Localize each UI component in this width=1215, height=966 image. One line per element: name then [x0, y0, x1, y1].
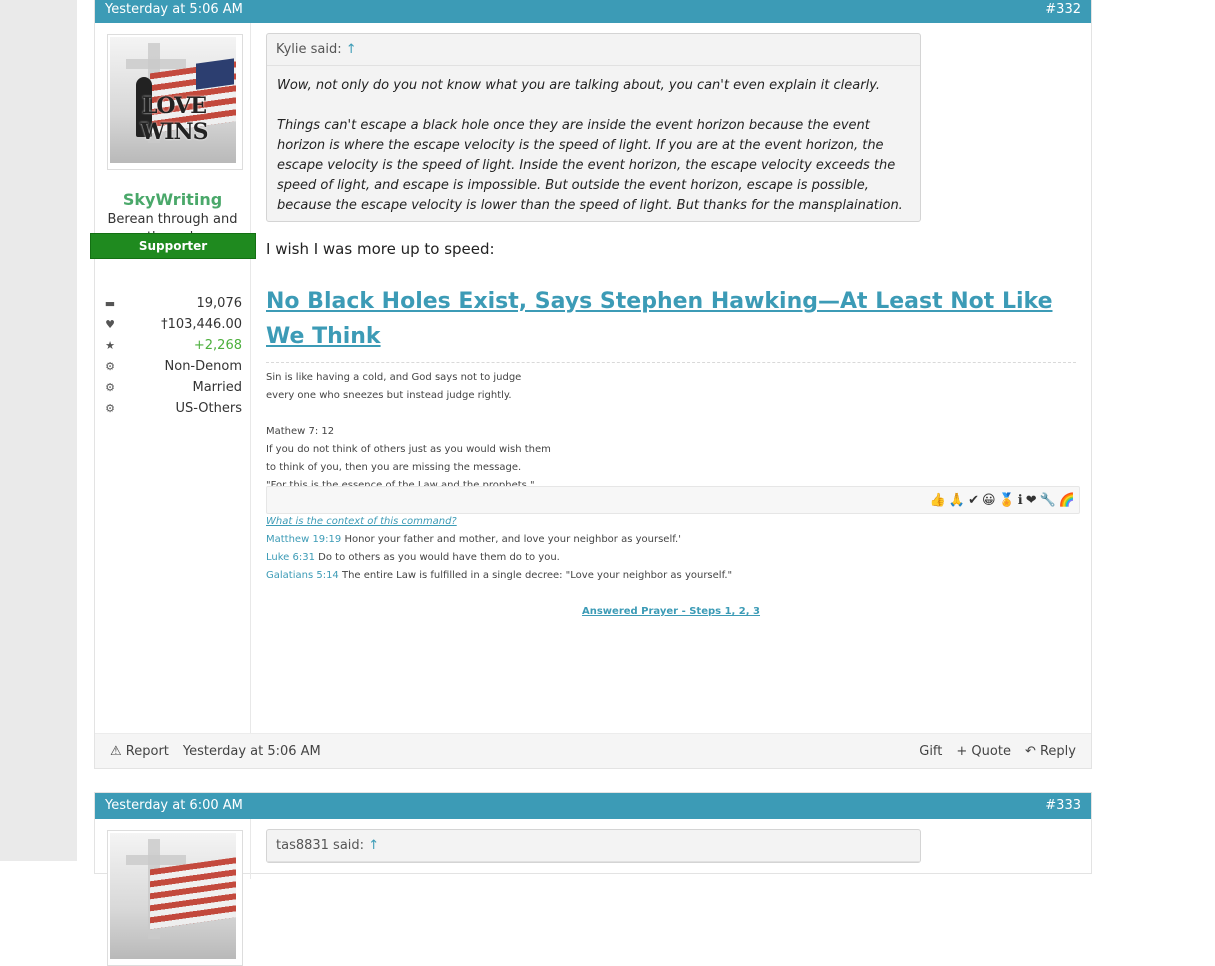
user-info-panel: [95, 819, 251, 966]
optimistic-reaction-icon[interactable]: 🌈: [1059, 493, 1075, 508]
stat-value: 19,076: [196, 296, 243, 311]
username-link[interactable]: SkyWriting: [95, 190, 250, 209]
quote-paragraph: Wow, not only do you not know what you a…: [277, 78, 881, 93]
stat-value: †103,446.00: [161, 317, 242, 332]
avatar[interactable]: [107, 830, 243, 966]
stat-gifts: ♥ †103,446.00: [103, 314, 242, 335]
gift-button[interactable]: Gift: [919, 744, 942, 759]
stat-value: US-Others: [175, 401, 242, 416]
signature-line: If you do not think of others just as yo…: [266, 444, 551, 455]
reply-button[interactable]: ↶ Reply: [1025, 744, 1076, 759]
post-332: Yesterday at 5:06 AM #332 LOVE WINS SkyW…: [90, 0, 1092, 769]
jump-to-quote-icon[interactable]: ↑: [368, 838, 379, 853]
signature-line: Sin is like having a cold, and God says …: [266, 372, 522, 383]
quote-block: Kylie said: ↑ Wow, not only do you not k…: [266, 33, 921, 222]
informative-reaction-icon[interactable]: ℹ: [1018, 493, 1023, 508]
quote-author: Kylie said:: [276, 42, 342, 57]
post-header: Yesterday at 5:06 AM #332: [95, 0, 1091, 23]
verse-line: Matthew 19:19 Honor your father and moth…: [266, 531, 1076, 549]
post-number-link[interactable]: #333: [1045, 793, 1081, 819]
stat-likes: ★ +2,268: [103, 335, 242, 356]
warning-icon: ⚠: [110, 743, 122, 759]
post-message: I wish I was more up to speed:: [266, 240, 495, 258]
stat-marital: ⚙ Married: [103, 377, 242, 398]
useful-reaction-icon[interactable]: 🔧: [1040, 493, 1056, 508]
haha-reaction-icon[interactable]: 😀: [982, 493, 996, 508]
stat-faith: ⚙ Non-Denom: [103, 356, 242, 377]
post-timestamp[interactable]: Yesterday at 5:06 AM: [105, 0, 243, 23]
signature-divider: [266, 362, 1076, 363]
heart-icon: ♥: [105, 318, 115, 331]
post-header: Yesterday at 6:00 AM #333: [95, 793, 1091, 819]
post-content: tas8831 said: ↑: [251, 819, 1091, 879]
stat-value: Married: [192, 380, 242, 395]
stat-posts: ▬ 19,076: [103, 293, 242, 314]
signature-line: to think of you, then you are missing th…: [266, 462, 522, 473]
user-stats: ▬ 19,076 ♥ †103,446.00 ★ +2,268 ⚙ Non-Denom …: [95, 293, 250, 427]
pray-reaction-icon[interactable]: 🙏: [949, 493, 965, 508]
post-number-link[interactable]: #332: [1045, 0, 1081, 23]
jump-to-quote-icon[interactable]: ↑: [346, 42, 357, 57]
gear-icon: ⚙: [105, 402, 115, 415]
user-info-panel: LOVE WINS SkyWriting Berean through and …: [90, 23, 256, 733]
verse-link[interactable]: Luke 6:31: [266, 552, 315, 563]
gear-icon: ⚙: [105, 381, 115, 394]
agree-reaction-icon[interactable]: ✔: [968, 493, 979, 508]
comments-icon: ▬: [104, 297, 116, 310]
quote-button[interactable]: + Quote: [956, 744, 1011, 759]
reactions-bar: 👍 🙏 ✔ 😀 🏅 ℹ ❤ 🔧 🌈: [266, 486, 1080, 514]
quote-block: tas8831 said: ↑: [266, 829, 921, 863]
verse-text: Honor your father and mother, and love y…: [341, 534, 681, 545]
verse-line: Luke 6:31 Do to others as you would have…: [266, 549, 1076, 567]
post-content: Kylie said: ↑ Wow, not only do you not k…: [251, 23, 1091, 733]
signature-line: every one who sneezes but instead judge …: [266, 390, 512, 401]
quote-paragraph: Things can't escape a black hole once th…: [277, 118, 903, 213]
report-button[interactable]: ⚠ Report: [110, 744, 169, 759]
supporter-badge: Supporter: [90, 233, 256, 259]
signature-line: Mathew 7: 12: [266, 426, 335, 437]
winner-reaction-icon[interactable]: 🏅: [999, 493, 1015, 508]
quote-body: Wow, not only do you not know what you a…: [267, 66, 920, 221]
like-reaction-icon[interactable]: 👍: [930, 493, 946, 508]
post-date[interactable]: Yesterday at 5:06 AM: [183, 744, 321, 759]
post-footer: ⚠ Report Yesterday at 5:06 AM Gift + Quo…: [95, 733, 1091, 768]
post-timestamp[interactable]: Yesterday at 6:00 AM: [105, 793, 243, 819]
context-link[interactable]: What is the context of this command?: [266, 516, 457, 527]
quote-header: tas8831 said: ↑: [267, 830, 920, 862]
gear-icon: ⚙: [105, 360, 115, 373]
page-gutter: [0, 0, 77, 861]
avatar-logo-text: LOVE WINS: [140, 93, 209, 145]
star-icon: ★: [105, 339, 115, 352]
post-333: Yesterday at 6:00 AM #333 tas8831 said: …: [94, 792, 1092, 966]
quote-author: tas8831 said:: [276, 838, 365, 853]
avatar[interactable]: LOVE WINS: [107, 34, 243, 170]
stat-location: ⚙ US-Others: [103, 398, 242, 419]
stat-value: +2,268: [193, 338, 242, 353]
reply-icon: ↶: [1024, 743, 1036, 759]
verse-line: Galatians 5:14 The entire Law is fulfill…: [266, 567, 1076, 585]
love-reaction-icon[interactable]: ❤: [1026, 493, 1037, 508]
answered-prayer-link[interactable]: Answered Prayer - Steps 1, 2, 3: [582, 606, 760, 617]
verse-link[interactable]: Matthew 19:19: [266, 534, 341, 545]
quote-header: Kylie said: ↑: [267, 34, 920, 66]
article-link[interactable]: No Black Holes Exist, Says Stephen Hawki…: [266, 284, 1076, 354]
verse-text: The entire Law is fulfilled in a single …: [338, 570, 733, 581]
verse-text: Do to others as you would have them do t…: [314, 552, 560, 563]
verse-link[interactable]: Galatians 5:14: [266, 570, 339, 581]
stat-value: Non-Denom: [164, 359, 242, 374]
